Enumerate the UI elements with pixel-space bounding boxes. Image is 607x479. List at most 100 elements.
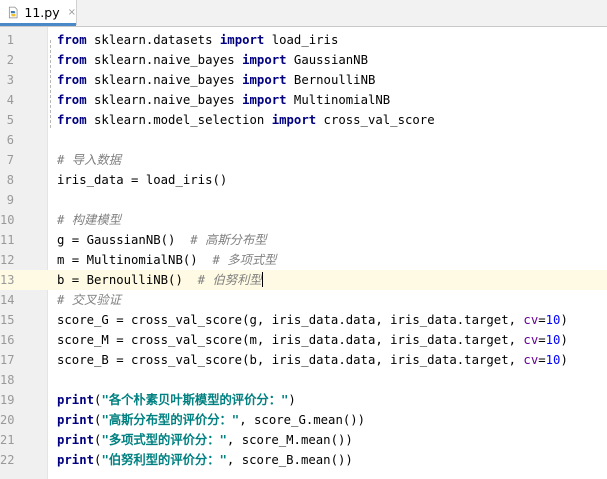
code-line[interactable]: 9 bbox=[0, 190, 607, 210]
string-token: "各个朴素贝叶斯模型的评价分：" bbox=[101, 393, 289, 407]
code-token: sklearn.naive_bayes bbox=[86, 73, 243, 87]
code-token: m = MultinomialNB() bbox=[57, 253, 213, 267]
comment-token: # 导入数据 bbox=[57, 153, 121, 167]
code-token: sklearn.datasets bbox=[86, 33, 220, 47]
code-line[interactable]: 2 from sklearn.naive_bayes import Gaussia… bbox=[0, 50, 607, 70]
code-text[interactable]: print("多项式型的评价分：", score_M.mean()) bbox=[57, 430, 353, 450]
code-line[interactable]: 4 from sklearn.naive_bayes import Multino… bbox=[0, 90, 607, 110]
line-number[interactable]: 19 bbox=[0, 390, 14, 410]
param-token: cv bbox=[523, 353, 539, 367]
code-text[interactable]: # 交叉验证 bbox=[57, 290, 121, 310]
code-line[interactable]: 16 score_M = cross_val_score(m, iris_data… bbox=[0, 330, 607, 350]
code-token: ) bbox=[560, 333, 568, 347]
code-line[interactable]: 20 print("高斯分布型的评价分：", score_G.mean()) bbox=[0, 410, 607, 430]
code-text[interactable]: # 构建模型 bbox=[57, 210, 121, 230]
code-token: g = GaussianNB() bbox=[57, 233, 191, 247]
code-text[interactable]: from sklearn.model_selection import cros… bbox=[57, 110, 435, 130]
line-number[interactable]: 3 bbox=[0, 70, 14, 90]
code-text[interactable]: score_G = cross_val_score(g, iris_data.d… bbox=[57, 310, 568, 330]
line-number[interactable]: 15 bbox=[0, 310, 14, 330]
code-editor[interactable]: 1 from sklearn.datasets import load_iris 2… bbox=[0, 27, 607, 479]
line-number[interactable]: 8 bbox=[0, 170, 14, 190]
code-line[interactable]: 3 from sklearn.naive_bayes import Bernoul… bbox=[0, 70, 607, 90]
code-line[interactable]: 6 bbox=[0, 130, 607, 150]
code-text[interactable]: m = MultinomialNB() # 多项式型 bbox=[57, 250, 276, 270]
code-line[interactable]: 13 b = BernoulliNB() # 伯努利型 bbox=[0, 270, 607, 290]
number-token: 10 bbox=[545, 353, 561, 367]
line-number[interactable]: 6 bbox=[0, 130, 14, 150]
param-token: cv bbox=[523, 313, 539, 327]
code-text[interactable]: from sklearn.naive_bayes import Multinom… bbox=[57, 90, 390, 110]
line-number[interactable]: 10 bbox=[0, 210, 14, 230]
line-number[interactable]: 22 bbox=[0, 450, 14, 470]
code-text[interactable]: score_M = cross_val_score(m, iris_data.d… bbox=[57, 330, 568, 350]
line-number[interactable]: 5 bbox=[0, 110, 14, 130]
code-token: sklearn.naive_bayes bbox=[86, 93, 243, 107]
line-number[interactable]: 9 bbox=[0, 190, 14, 210]
close-icon[interactable]: × bbox=[68, 7, 76, 18]
code-token: b = BernoulliNB() bbox=[57, 273, 198, 287]
line-number[interactable]: 4 bbox=[0, 90, 14, 110]
line-number[interactable]: 7 bbox=[0, 150, 14, 170]
code-token: ) bbox=[560, 313, 568, 327]
code-text[interactable]: from sklearn.naive_bayes import Gaussian… bbox=[57, 50, 368, 70]
code-line[interactable]: 1 from sklearn.datasets import load_iris bbox=[0, 30, 607, 50]
line-number[interactable]: 16 bbox=[0, 330, 14, 350]
code-line[interactable]: 10 # 构建模型 bbox=[0, 210, 607, 230]
code-text[interactable]: g = GaussianNB() # 高斯分布型 bbox=[57, 230, 267, 250]
code-token: cross_val_score bbox=[316, 113, 435, 127]
line-number[interactable]: 2 bbox=[0, 50, 14, 70]
line-number[interactable]: 1 bbox=[0, 30, 14, 50]
code-token: iris_data = load_iris() bbox=[57, 173, 228, 187]
code-text[interactable]: score_B = cross_val_score(b, iris_data.d… bbox=[57, 350, 568, 370]
code-text[interactable]: # 导入数据 bbox=[57, 150, 121, 170]
keyword-token: import bbox=[242, 93, 287, 107]
code-line[interactable]: 22 print("伯努利型的评价分：", score_B.mean()) bbox=[0, 450, 607, 470]
code-line[interactable]: 11 g = GaussianNB() # 高斯分布型 bbox=[0, 230, 607, 250]
line-number[interactable]: 18 bbox=[0, 370, 14, 390]
code-line[interactable]: 14 # 交叉验证 bbox=[0, 290, 607, 310]
file-tab[interactable]: 11.py × bbox=[0, 0, 77, 26]
param-token: cv bbox=[523, 333, 539, 347]
code-line[interactable]: 17 score_B = cross_val_score(b, iris_data… bbox=[0, 350, 607, 370]
code-line[interactable]: 8 iris_data = load_iris() bbox=[0, 170, 607, 190]
line-number[interactable]: 11 bbox=[0, 230, 14, 250]
code-line[interactable]: 21 print("多项式型的评价分：", score_M.mean()) bbox=[0, 430, 607, 450]
code-text[interactable]: print("伯努利型的评价分：", score_B.mean()) bbox=[57, 450, 353, 470]
code-line[interactable]: 5 from sklearn.model_selection import cro… bbox=[0, 110, 607, 130]
code-token: , score_G.mean()) bbox=[239, 413, 366, 427]
code-text[interactable]: b = BernoulliNB() # 伯努利型 bbox=[57, 270, 263, 290]
code-token: = bbox=[538, 333, 546, 347]
line-number[interactable]: 21 bbox=[0, 430, 14, 450]
number-token: 10 bbox=[545, 333, 561, 347]
code-text[interactable]: from sklearn.datasets import load_iris bbox=[57, 30, 338, 50]
code-line[interactable]: 15 score_G = cross_val_score(g, iris_data… bbox=[0, 310, 607, 330]
keyword-token: print bbox=[57, 433, 95, 447]
code-line[interactable]: 7 # 导入数据 bbox=[0, 150, 607, 170]
keyword-token: from bbox=[57, 73, 87, 87]
keyword-token: from bbox=[57, 53, 87, 67]
code-line[interactable]: 18 bbox=[0, 370, 607, 390]
python-file-icon bbox=[8, 6, 18, 19]
line-number[interactable]: 12 bbox=[0, 250, 14, 270]
code-line[interactable]: 12 m = MultinomialNB() # 多项式型 bbox=[0, 250, 607, 270]
line-number[interactable]: 20 bbox=[0, 410, 14, 430]
keyword-token: from bbox=[57, 113, 87, 127]
code-text[interactable]: print("高斯分布型的评价分：", score_G.mean()) bbox=[57, 410, 365, 430]
line-number[interactable]: 17 bbox=[0, 350, 14, 370]
code-text[interactable]: from sklearn.naive_bayes import Bernoull… bbox=[57, 70, 375, 90]
line-number[interactable]: 14 bbox=[0, 290, 14, 310]
code-token: ) bbox=[560, 353, 568, 367]
comment-token: # 伯努利型 bbox=[197, 273, 262, 287]
code-text[interactable]: iris_data = load_iris() bbox=[57, 170, 227, 190]
string-token: "高斯分布型的评价分：" bbox=[101, 413, 240, 427]
text-cursor bbox=[261, 272, 263, 287]
comment-token: # 交叉验证 bbox=[57, 293, 121, 307]
keyword-token: print bbox=[57, 393, 95, 407]
keyword-token: import bbox=[271, 113, 317, 127]
code-token: load_iris bbox=[264, 33, 339, 47]
editor-tab-bar: 11.py × bbox=[0, 0, 607, 27]
code-line[interactable]: 19 print("各个朴素贝叶斯模型的评价分：") bbox=[0, 390, 607, 410]
line-number[interactable]: 13 bbox=[0, 270, 14, 290]
code-text[interactable]: print("各个朴素贝叶斯模型的评价分：") bbox=[57, 390, 296, 410]
